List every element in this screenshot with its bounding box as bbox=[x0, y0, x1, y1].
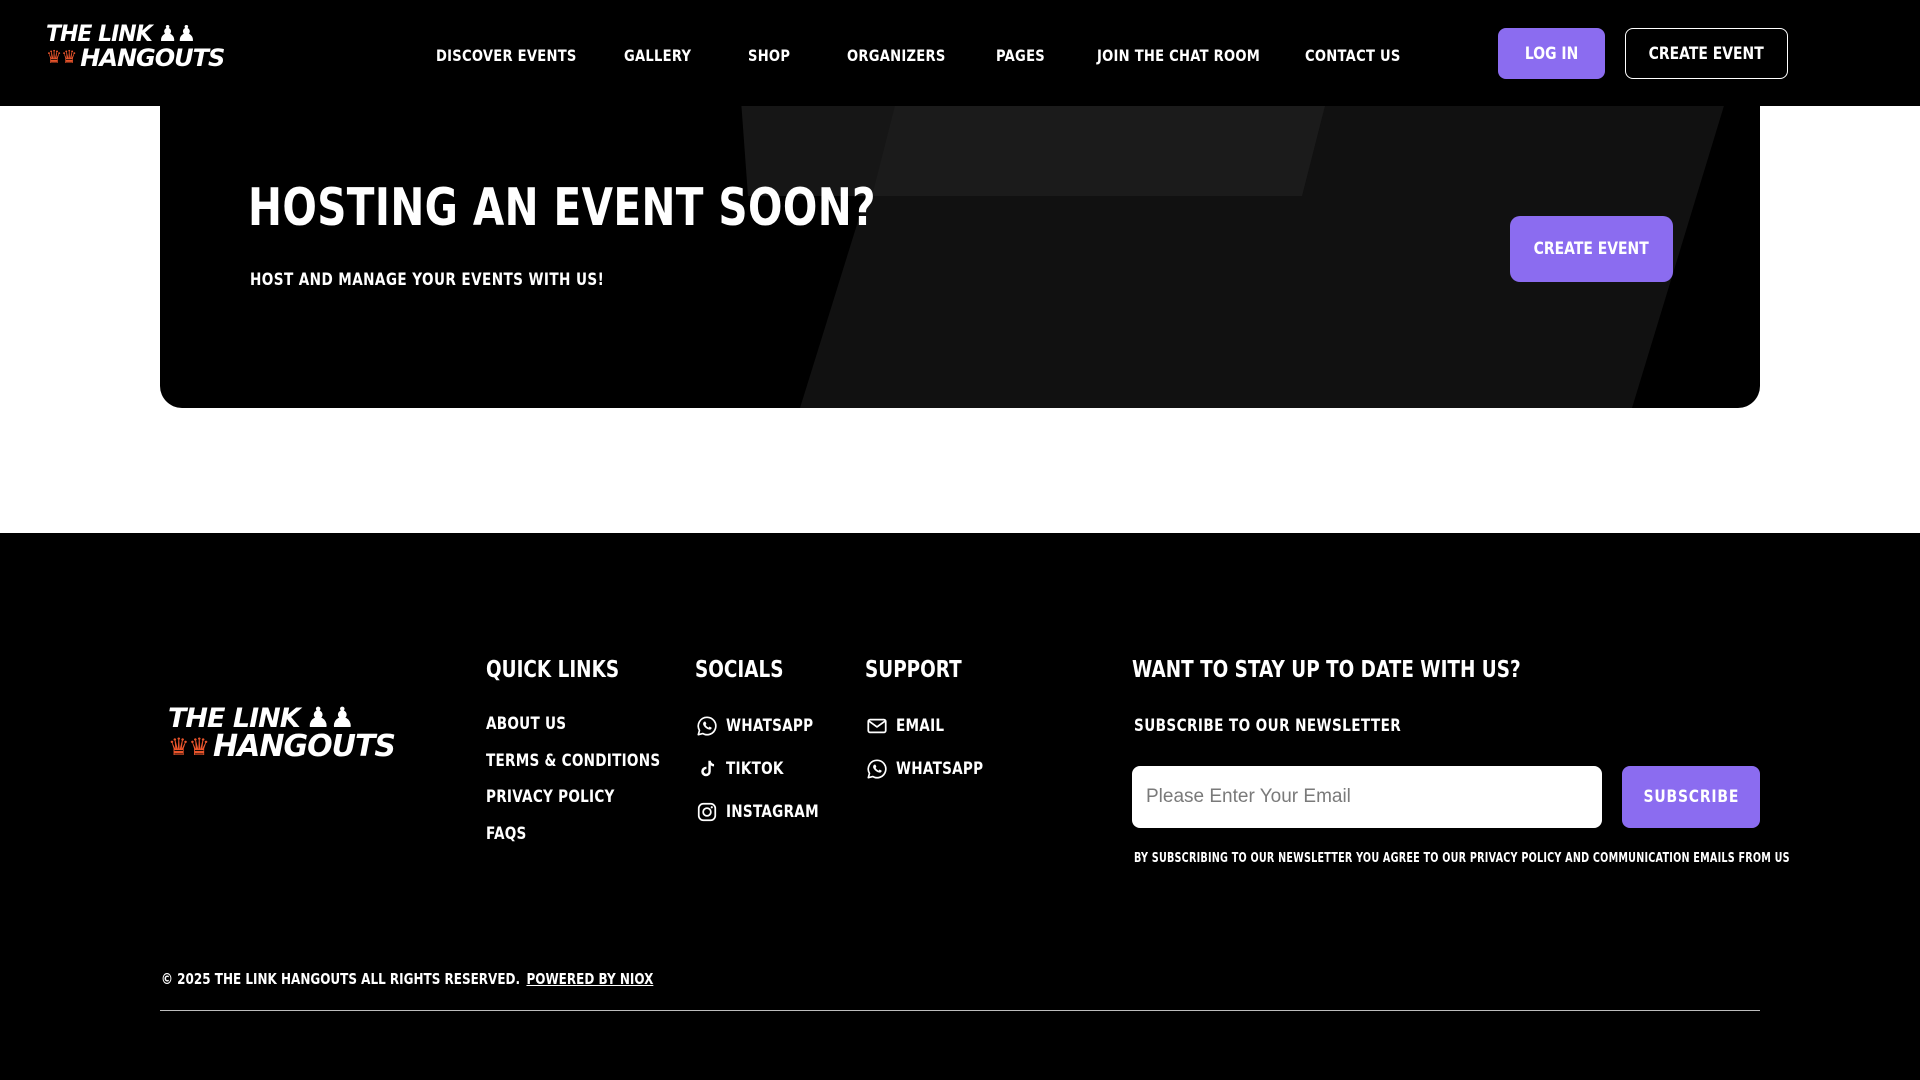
create-event-banner-label: CREATE EVENT bbox=[1533, 239, 1650, 259]
nav-gallery[interactable]: GALLERY bbox=[624, 46, 691, 65]
support-email-label: EMAIL bbox=[896, 716, 945, 736]
socials-heading: SOCIALS bbox=[695, 657, 784, 683]
subscribe-button-label: SUBSCRIBE bbox=[1643, 787, 1739, 807]
subscribe-button[interactable]: SUBSCRIBE bbox=[1622, 766, 1760, 828]
tiktok-icon bbox=[701, 760, 715, 777]
instagram-icon bbox=[697, 802, 717, 822]
chess-pieces-icon: ♟♟ bbox=[157, 22, 196, 47]
banner-subtitle: HOST AND MANAGE YOUR EVENTS WITH US! bbox=[250, 270, 605, 290]
newsletter-subheading: SUBSCRIBE TO OUR NEWSLETTER bbox=[1134, 716, 1402, 736]
host-event-banner: HOSTING AN EVENT SOON? HOST AND MANAGE Y… bbox=[160, 86, 1760, 408]
banner-title: HOSTING AN EVENT SOON? bbox=[248, 178, 876, 238]
whatsapp-icon bbox=[697, 716, 717, 736]
support-email-link[interactable]: EMAIL bbox=[866, 715, 956, 737]
support-heading: SUPPORT bbox=[865, 657, 962, 683]
newsletter-heading: WANT TO STAY UP TO DATE WITH US? bbox=[1132, 657, 1521, 683]
logo-text-line1: THE LINK bbox=[46, 22, 153, 47]
footer-logo-text-line1: THE LINK bbox=[168, 703, 301, 734]
nav-shop[interactable]: SHOP bbox=[748, 46, 790, 65]
footer-crown-icon: ♛♛ bbox=[168, 733, 210, 761]
top-navbar: THE LINK ♟♟ ♛♛ HANGOUTS DISCOVER EVENTS … bbox=[0, 0, 1920, 106]
newsletter-disclaimer: BY SUBSCRIBING TO OUR NEWSLETTER YOU AGR… bbox=[1134, 851, 1790, 866]
footer-chess-pieces-icon: ♟♟ bbox=[305, 701, 355, 734]
support-whatsapp-link[interactable]: WHATSAPP bbox=[866, 758, 1005, 780]
footer-link-privacy-policy[interactable]: PRIVACY POLICY bbox=[486, 787, 615, 807]
nav-organizers[interactable]: ORGANIZERS bbox=[847, 46, 946, 65]
nav-discover-events[interactable]: DISCOVER EVENTS bbox=[436, 46, 577, 65]
newsletter-email-input[interactable] bbox=[1132, 766, 1602, 828]
support-whatsapp-label: WHATSAPP bbox=[896, 759, 984, 779]
create-event-nav-label: CREATE EVENT bbox=[1648, 43, 1765, 64]
social-instagram-link[interactable]: INSTAGRAM bbox=[696, 801, 842, 823]
mail-icon bbox=[867, 718, 887, 734]
social-whatsapp-link[interactable]: WHATSAPP bbox=[696, 715, 835, 737]
login-button[interactable]: LOG IN bbox=[1498, 28, 1605, 79]
footer-divider bbox=[160, 1010, 1760, 1011]
nav-contact-us[interactable]: CONTACT US bbox=[1305, 46, 1401, 65]
footer-link-about-us[interactable]: ABOUT US bbox=[486, 714, 566, 734]
footer-link-faqs[interactable]: FAQS bbox=[486, 824, 527, 844]
social-tiktok-label: TIKTOK bbox=[726, 759, 784, 779]
social-tiktok-link[interactable]: TIKTOK bbox=[696, 758, 798, 780]
copyright-line: © 2025 THE LINK HANGOUTS ALL RIGHTS RESE… bbox=[161, 970, 653, 988]
social-whatsapp-label: WHATSAPP bbox=[726, 716, 814, 736]
nav-join-chat-room[interactable]: JOIN THE CHAT ROOM bbox=[1097, 46, 1260, 65]
create-event-banner-button[interactable]: CREATE EVENT bbox=[1510, 216, 1673, 282]
copyright-text: © 2025 THE LINK HANGOUTS ALL RIGHTS RESE… bbox=[161, 970, 521, 988]
social-instagram-label: INSTAGRAM bbox=[726, 802, 819, 822]
powered-by-link[interactable]: POWERED BY NIOX bbox=[526, 970, 653, 988]
footer-link-terms[interactable]: TERMS & CONDITIONS bbox=[486, 751, 660, 771]
nav-pages[interactable]: PAGES bbox=[996, 46, 1045, 65]
login-button-label: LOG IN bbox=[1524, 43, 1579, 64]
quick-links-heading: QUICK LINKS bbox=[486, 657, 620, 683]
whatsapp-icon bbox=[867, 759, 887, 779]
footer-brand-logo[interactable]: THE LINK ♟♟ ♛♛ HANGOUTS bbox=[168, 701, 396, 764]
site-footer: THE LINK ♟♟ ♛♛ HANGOUTS QUICK LINKS ABOU… bbox=[0, 533, 1920, 1080]
footer-logo-text-line2: HANGOUTS bbox=[213, 729, 396, 764]
create-event-nav-button[interactable]: CREATE EVENT bbox=[1625, 28, 1788, 79]
